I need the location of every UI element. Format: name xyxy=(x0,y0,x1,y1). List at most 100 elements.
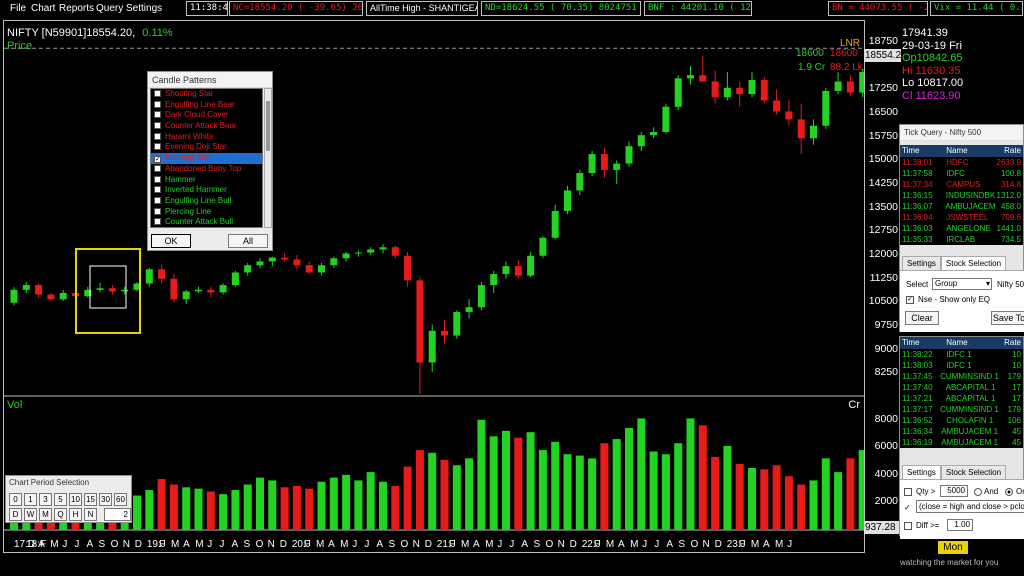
period-button[interactable]: 30 xyxy=(99,493,112,506)
table-row[interactable]: 11:37:21 ABCAPITAL 1 17 xyxy=(900,393,1023,404)
period-button[interactable]: M xyxy=(39,508,52,521)
pattern-checkbox[interactable] xyxy=(154,143,161,151)
time-axis-label: A xyxy=(666,539,673,550)
pattern-checkbox[interactable] xyxy=(154,100,161,108)
group-select[interactable]: Group ▾ xyxy=(932,278,992,290)
table-row[interactable]: 11:35:33 IRCLAB 734.5 xyxy=(900,234,1023,245)
pattern-item[interactable]: Harami White xyxy=(151,132,262,143)
qty-checkbox[interactable] xyxy=(904,488,912,496)
period-button[interactable]: H xyxy=(69,508,82,521)
period-value-input[interactable]: 2 xyxy=(104,508,131,521)
chart-area[interactable]: NIFTY [N59901]18554.20, 0.11% Price Vol … xyxy=(3,20,865,553)
nse-checkbox[interactable]: ✓ xyxy=(906,296,914,304)
col-name[interactable]: Name xyxy=(944,145,995,157)
pattern-item[interactable]: Abandoned Baby Top xyxy=(151,164,262,175)
formula-input[interactable]: (close = high and close > pclose xyxy=(916,500,1024,513)
pattern-checkbox[interactable] xyxy=(154,175,161,183)
pattern-checkbox[interactable] xyxy=(154,111,161,119)
col-time[interactable]: Time xyxy=(900,145,944,157)
period-button[interactable]: Q xyxy=(54,508,67,521)
pattern-item[interactable]: Engulfing Line Bear xyxy=(151,100,262,111)
period-button[interactable]: W xyxy=(24,508,37,521)
period-button[interactable]: 5 xyxy=(54,493,67,506)
table-row[interactable]: 11:36:07 AMBUJACEM 458.0 xyxy=(900,201,1023,212)
pattern-checkbox[interactable] xyxy=(154,164,161,172)
menu-settings[interactable]: Settings xyxy=(126,3,162,14)
table-row[interactable]: 11:37:58 IDFC 100.8 xyxy=(900,168,1023,179)
table-row[interactable]: 11:36:03 ANGELONE 1441.0 xyxy=(900,223,1023,234)
period-button[interactable]: 60 xyxy=(114,493,127,506)
pattern-checkbox[interactable] xyxy=(154,90,161,97)
pattern-item[interactable]: Hammer xyxy=(151,175,262,186)
period-button[interactable]: 0 xyxy=(9,493,22,506)
table-row[interactable]: 11:37:40 ABCAPITAL 1 17 xyxy=(900,382,1023,393)
tab-settings[interactable]: Settings xyxy=(902,465,941,479)
tab-settings[interactable]: Settings xyxy=(902,256,941,270)
table-row[interactable]: 11:36:04 JSWSTEEL 709.6 xyxy=(900,212,1023,223)
candle-body xyxy=(379,247,387,250)
pattern-item[interactable]: Counter Attack Bear xyxy=(151,121,262,132)
pattern-checkbox[interactable] xyxy=(154,186,161,194)
candle-body xyxy=(625,146,633,164)
pattern-item[interactable]: Evening Doji Star xyxy=(151,142,262,153)
pattern-list-scrollbar[interactable] xyxy=(264,88,272,228)
col-rate[interactable]: Rate xyxy=(995,337,1023,349)
pattern-item[interactable]: ✓ Evening Star xyxy=(151,153,262,164)
qty-input[interactable]: 5000 xyxy=(940,485,968,497)
table-row[interactable]: 11:36:34 AMBUJACEM 1 45 xyxy=(900,426,1023,437)
nd-index: ND=18624.55 ( 70.35) 8024751 Cr xyxy=(481,1,641,16)
diff-checkbox[interactable] xyxy=(904,522,912,530)
time-axis-label: O xyxy=(256,539,264,550)
menu-reports[interactable]: Reports xyxy=(59,3,94,14)
table-row[interactable]: 11:36:52 CHOLAFIN 1 106 xyxy=(900,415,1023,426)
pattern-item[interactable]: Shooting Star xyxy=(151,89,262,100)
save-to-button[interactable]: Save To xyxy=(991,311,1024,325)
col-rate[interactable]: Rate xyxy=(995,145,1023,157)
period-button[interactable]: 15 xyxy=(84,493,97,506)
period-button[interactable]: D xyxy=(9,508,22,521)
pattern-checkbox[interactable] xyxy=(154,207,161,215)
col-name[interactable]: Name xyxy=(944,337,995,349)
pattern-checkbox[interactable] xyxy=(154,196,161,204)
period-button[interactable]: 10 xyxy=(69,493,82,506)
col-time[interactable]: Time xyxy=(900,337,944,349)
ok-button[interactable]: OK xyxy=(151,234,191,248)
tab-stock-selection[interactable]: Stock Selection xyxy=(940,256,1007,270)
table-row[interactable]: 11:36:15 INDUSINDBK 1312.0 xyxy=(900,190,1023,201)
period-button[interactable]: 3 xyxy=(39,493,52,506)
tick-table[interactable]: 11:38:01 HDFC 2633.9 11:37:58 IDFC 100.8 11:37… xyxy=(900,157,1023,245)
table-row[interactable]: 11:38:03 IDFC 1 10 xyxy=(900,360,1023,371)
diff-input[interactable]: 1.00 xyxy=(947,519,973,531)
table-row[interactable]: 11:37:45 CUMMINSIND 1 179 xyxy=(900,371,1023,382)
tab-stock-selection[interactable]: Stock Selection xyxy=(940,465,1007,479)
volume-bar xyxy=(772,465,781,530)
table-row[interactable]: 11:38:22 IDFC 1 10 xyxy=(900,349,1023,360)
pattern-checkbox[interactable] xyxy=(154,218,161,226)
menu-chart[interactable]: Chart xyxy=(31,3,55,14)
and-radio[interactable] xyxy=(974,488,982,496)
period-button[interactable]: 1 xyxy=(24,493,37,506)
table-row[interactable]: 11:36:19 AMBUJACEM 1 45 xyxy=(900,437,1023,448)
pattern-item[interactable]: Piercing Line xyxy=(151,207,262,218)
or-radio[interactable] xyxy=(1005,488,1013,496)
formula-checkbox[interactable]: ✓ xyxy=(904,503,911,512)
table-row[interactable]: 11:37:34 CAMPUS 314.8 xyxy=(900,179,1023,190)
pattern-item[interactable]: Inverted Hammer xyxy=(151,185,262,196)
pattern-item[interactable]: Counter Attack Bull xyxy=(151,217,262,227)
menu-file[interactable]: File xyxy=(10,3,26,14)
pattern-item[interactable]: Dark Cloud Cover xyxy=(151,110,262,121)
all-button[interactable]: All xyxy=(228,234,268,248)
period-button[interactable]: N xyxy=(84,508,97,521)
pattern-list[interactable]: Shooting Star Engulfing Line Bear Dark Clo… xyxy=(150,88,263,228)
pattern-item[interactable]: Engulfing Line Bull xyxy=(151,196,262,207)
pattern-checkbox[interactable]: ✓ xyxy=(154,156,161,164)
pattern-checkbox[interactable] xyxy=(154,132,161,140)
table-row[interactable]: 11:37:17 CUMMINSIND 1 179 xyxy=(900,404,1023,415)
clear-button[interactable]: Clear xyxy=(905,311,939,325)
pattern-checkbox[interactable] xyxy=(154,122,161,130)
volume-bar xyxy=(588,458,597,530)
scrollbar-thumb[interactable] xyxy=(266,101,270,151)
table-row[interactable]: 11:38:01 HDFC 2633.9 xyxy=(900,157,1023,168)
menu-query[interactable]: Query xyxy=(96,3,123,14)
filter-table[interactable]: 11:38:22 IDFC 1 10 11:38:03 IDFC 1 10 11:37:45… xyxy=(900,349,1023,448)
